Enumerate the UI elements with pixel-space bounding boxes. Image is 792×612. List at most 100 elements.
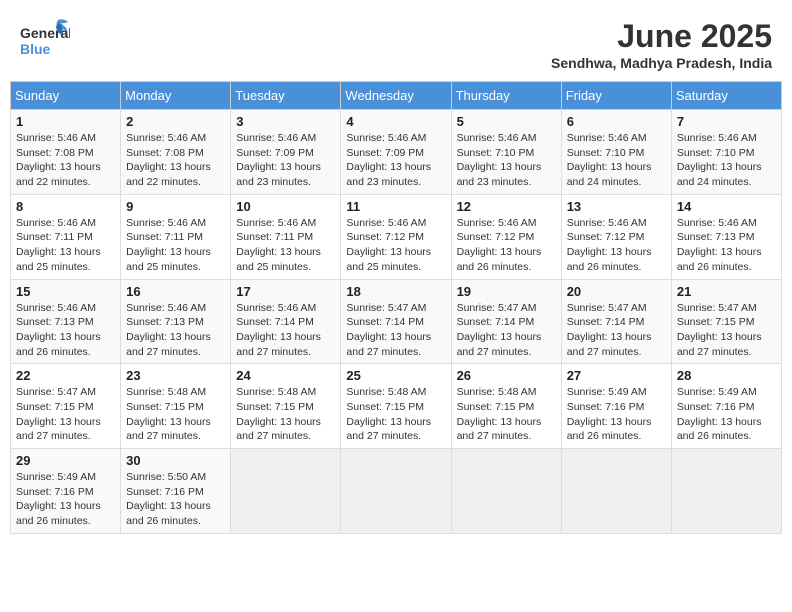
table-row: 4 Sunrise: 5:46 AM Sunset: 7:09 PM Dayli…	[341, 110, 451, 195]
day-number: 23	[126, 368, 225, 383]
table-row: 25 Sunrise: 5:48 AM Sunset: 7:15 PM Dayl…	[341, 364, 451, 449]
table-row: 22 Sunrise: 5:47 AM Sunset: 7:15 PM Dayl…	[11, 364, 121, 449]
table-row	[561, 449, 671, 534]
day-info: Sunrise: 5:47 AM Sunset: 7:14 PM Dayligh…	[346, 301, 445, 360]
day-number: 1	[16, 114, 115, 129]
day-number: 28	[677, 368, 776, 383]
table-row: 8 Sunrise: 5:46 AM Sunset: 7:11 PM Dayli…	[11, 194, 121, 279]
day-number: 18	[346, 284, 445, 299]
col-saturday: Saturday	[671, 82, 781, 110]
day-info: Sunrise: 5:46 AM Sunset: 7:09 PM Dayligh…	[346, 131, 445, 190]
table-row: 17 Sunrise: 5:46 AM Sunset: 7:14 PM Dayl…	[231, 279, 341, 364]
day-info: Sunrise: 5:46 AM Sunset: 7:13 PM Dayligh…	[126, 301, 225, 360]
day-info: Sunrise: 5:46 AM Sunset: 7:10 PM Dayligh…	[567, 131, 666, 190]
day-info: Sunrise: 5:47 AM Sunset: 7:14 PM Dayligh…	[457, 301, 556, 360]
day-number: 29	[16, 453, 115, 468]
table-row: 28 Sunrise: 5:49 AM Sunset: 7:16 PM Dayl…	[671, 364, 781, 449]
day-info: Sunrise: 5:48 AM Sunset: 7:15 PM Dayligh…	[346, 385, 445, 444]
day-number: 24	[236, 368, 335, 383]
table-row: 20 Sunrise: 5:47 AM Sunset: 7:14 PM Dayl…	[561, 279, 671, 364]
title-block: June 2025 Sendhwa, Madhya Pradesh, India	[551, 18, 772, 71]
col-wednesday: Wednesday	[341, 82, 451, 110]
day-info: Sunrise: 5:46 AM Sunset: 7:11 PM Dayligh…	[126, 216, 225, 275]
table-row: 16 Sunrise: 5:46 AM Sunset: 7:13 PM Dayl…	[121, 279, 231, 364]
table-row: 23 Sunrise: 5:48 AM Sunset: 7:15 PM Dayl…	[121, 364, 231, 449]
day-info: Sunrise: 5:46 AM Sunset: 7:10 PM Dayligh…	[457, 131, 556, 190]
day-info: Sunrise: 5:46 AM Sunset: 7:08 PM Dayligh…	[126, 131, 225, 190]
table-row: 14 Sunrise: 5:46 AM Sunset: 7:13 PM Dayl…	[671, 194, 781, 279]
day-number: 11	[346, 199, 445, 214]
table-row: 5 Sunrise: 5:46 AM Sunset: 7:10 PM Dayli…	[451, 110, 561, 195]
day-number: 8	[16, 199, 115, 214]
day-number: 4	[346, 114, 445, 129]
col-tuesday: Tuesday	[231, 82, 341, 110]
day-info: Sunrise: 5:46 AM Sunset: 7:12 PM Dayligh…	[457, 216, 556, 275]
day-number: 30	[126, 453, 225, 468]
table-row	[341, 449, 451, 534]
day-info: Sunrise: 5:46 AM Sunset: 7:10 PM Dayligh…	[677, 131, 776, 190]
day-info: Sunrise: 5:46 AM Sunset: 7:12 PM Dayligh…	[346, 216, 445, 275]
table-row: 1 Sunrise: 5:46 AM Sunset: 7:08 PM Dayli…	[11, 110, 121, 195]
table-row: 3 Sunrise: 5:46 AM Sunset: 7:09 PM Dayli…	[231, 110, 341, 195]
location: Sendhwa, Madhya Pradesh, India	[551, 55, 772, 71]
day-number: 26	[457, 368, 556, 383]
table-row	[671, 449, 781, 534]
day-number: 10	[236, 199, 335, 214]
day-info: Sunrise: 5:48 AM Sunset: 7:15 PM Dayligh…	[236, 385, 335, 444]
day-number: 9	[126, 199, 225, 214]
day-number: 13	[567, 199, 666, 214]
page-header: General Blue June 2025 Sendhwa, Madhya P…	[10, 10, 782, 75]
table-row: 21 Sunrise: 5:47 AM Sunset: 7:15 PM Dayl…	[671, 279, 781, 364]
day-info: Sunrise: 5:46 AM Sunset: 7:11 PM Dayligh…	[236, 216, 335, 275]
day-info: Sunrise: 5:48 AM Sunset: 7:15 PM Dayligh…	[457, 385, 556, 444]
day-number: 5	[457, 114, 556, 129]
logo: General Blue	[20, 18, 70, 60]
table-row: 6 Sunrise: 5:46 AM Sunset: 7:10 PM Dayli…	[561, 110, 671, 195]
calendar-table: Sunday Monday Tuesday Wednesday Thursday…	[10, 81, 782, 534]
day-info: Sunrise: 5:46 AM Sunset: 7:14 PM Dayligh…	[236, 301, 335, 360]
day-info: Sunrise: 5:48 AM Sunset: 7:15 PM Dayligh…	[126, 385, 225, 444]
calendar-week-row: 8 Sunrise: 5:46 AM Sunset: 7:11 PM Dayli…	[11, 194, 782, 279]
day-info: Sunrise: 5:46 AM Sunset: 7:08 PM Dayligh…	[16, 131, 115, 190]
day-info: Sunrise: 5:49 AM Sunset: 7:16 PM Dayligh…	[16, 470, 115, 529]
table-row: 26 Sunrise: 5:48 AM Sunset: 7:15 PM Dayl…	[451, 364, 561, 449]
day-number: 3	[236, 114, 335, 129]
day-number: 6	[567, 114, 666, 129]
day-info: Sunrise: 5:46 AM Sunset: 7:13 PM Dayligh…	[16, 301, 115, 360]
day-info: Sunrise: 5:47 AM Sunset: 7:15 PM Dayligh…	[677, 301, 776, 360]
table-row: 13 Sunrise: 5:46 AM Sunset: 7:12 PM Dayl…	[561, 194, 671, 279]
day-number: 16	[126, 284, 225, 299]
day-number: 19	[457, 284, 556, 299]
day-info: Sunrise: 5:46 AM Sunset: 7:12 PM Dayligh…	[567, 216, 666, 275]
day-number: 22	[16, 368, 115, 383]
day-number: 21	[677, 284, 776, 299]
svg-text:Blue: Blue	[20, 41, 51, 57]
day-number: 27	[567, 368, 666, 383]
table-row: 7 Sunrise: 5:46 AM Sunset: 7:10 PM Dayli…	[671, 110, 781, 195]
calendar-week-row: 15 Sunrise: 5:46 AM Sunset: 7:13 PM Dayl…	[11, 279, 782, 364]
month-title: June 2025	[551, 18, 772, 55]
logo-icon: General Blue	[20, 18, 70, 60]
table-row: 18 Sunrise: 5:47 AM Sunset: 7:14 PM Dayl…	[341, 279, 451, 364]
table-row: 27 Sunrise: 5:49 AM Sunset: 7:16 PM Dayl…	[561, 364, 671, 449]
col-friday: Friday	[561, 82, 671, 110]
table-row	[231, 449, 341, 534]
day-number: 7	[677, 114, 776, 129]
day-info: Sunrise: 5:49 AM Sunset: 7:16 PM Dayligh…	[677, 385, 776, 444]
calendar-week-row: 1 Sunrise: 5:46 AM Sunset: 7:08 PM Dayli…	[11, 110, 782, 195]
day-number: 14	[677, 199, 776, 214]
table-row: 24 Sunrise: 5:48 AM Sunset: 7:15 PM Dayl…	[231, 364, 341, 449]
day-number: 20	[567, 284, 666, 299]
table-row: 30 Sunrise: 5:50 AM Sunset: 7:16 PM Dayl…	[121, 449, 231, 534]
col-sunday: Sunday	[11, 82, 121, 110]
calendar-week-row: 22 Sunrise: 5:47 AM Sunset: 7:15 PM Dayl…	[11, 364, 782, 449]
table-row: 11 Sunrise: 5:46 AM Sunset: 7:12 PM Dayl…	[341, 194, 451, 279]
col-thursday: Thursday	[451, 82, 561, 110]
day-info: Sunrise: 5:49 AM Sunset: 7:16 PM Dayligh…	[567, 385, 666, 444]
day-number: 25	[346, 368, 445, 383]
calendar-week-row: 29 Sunrise: 5:49 AM Sunset: 7:16 PM Dayl…	[11, 449, 782, 534]
table-row: 29 Sunrise: 5:49 AM Sunset: 7:16 PM Dayl…	[11, 449, 121, 534]
day-info: Sunrise: 5:46 AM Sunset: 7:13 PM Dayligh…	[677, 216, 776, 275]
calendar-header-row: Sunday Monday Tuesday Wednesday Thursday…	[11, 82, 782, 110]
day-info: Sunrise: 5:50 AM Sunset: 7:16 PM Dayligh…	[126, 470, 225, 529]
